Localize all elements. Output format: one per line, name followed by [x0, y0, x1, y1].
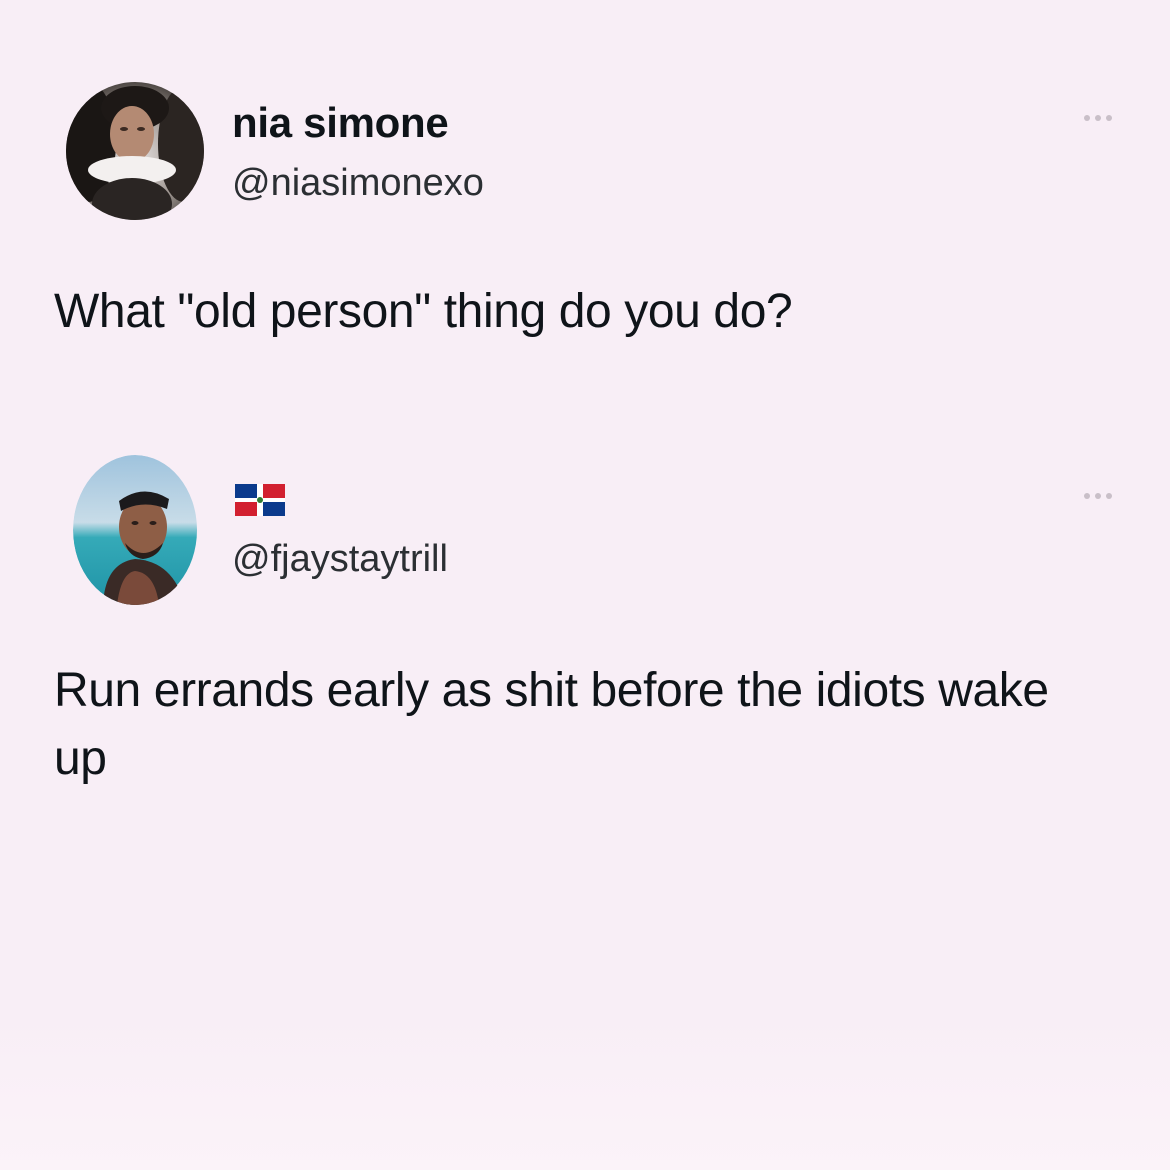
avatar-fjaystaytrill[interactable] [73, 455, 198, 605]
more-options-icon[interactable] [1078, 490, 1118, 502]
woman-portrait-avatar-icon [66, 82, 204, 220]
avatar-nia-simone[interactable] [66, 82, 204, 220]
man-beach-portrait-avatar-icon [73, 455, 197, 605]
display-name[interactable]: nia simone [232, 99, 449, 147]
more-options-icon[interactable] [1078, 112, 1118, 124]
dominican-republic-flag-icon [235, 484, 285, 516]
user-handle[interactable]: @niasimonexo [232, 162, 484, 205]
tweet-text: What "old person" thing do you do? [54, 285, 793, 338]
background-fade [0, 1010, 1170, 1170]
tweet-text: Run errands early as shit before the idi… [54, 664, 1049, 785]
user-handle[interactable]: @fjaystaytrill [232, 538, 448, 581]
